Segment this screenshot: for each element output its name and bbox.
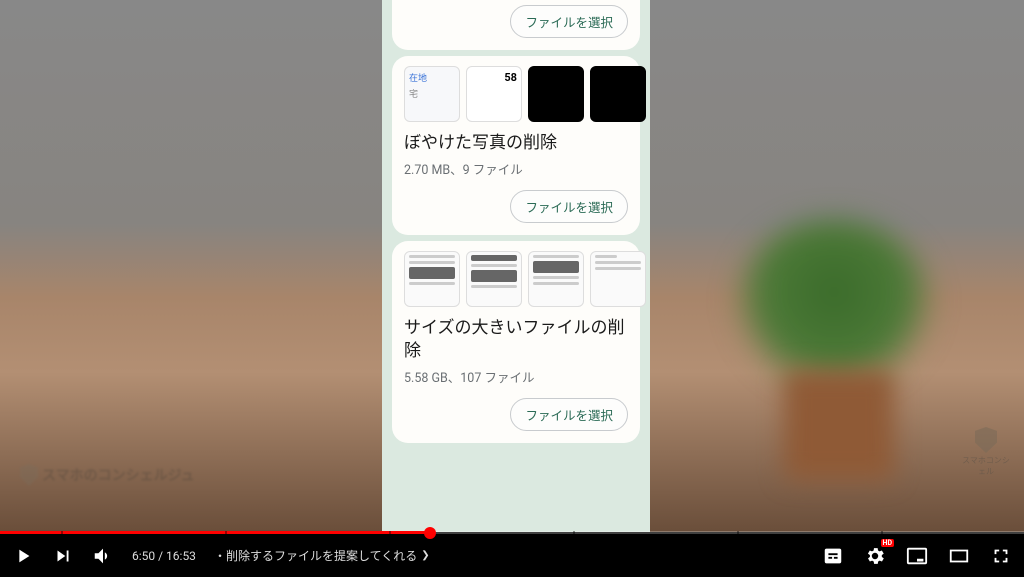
cleanup-card-large: サイズの大きいファイルの削除 5.58 GB、107 ファイル ファイルを選択 (392, 241, 640, 443)
channel-branding: スマホのコンシェルジュ (20, 464, 195, 486)
settings-button[interactable]: HD (864, 545, 886, 567)
miniplayer-button[interactable] (906, 545, 928, 567)
cleanup-card-blurry: 在地 宅 ぼやけた写真の削除 2.70 MB、9 ファイル ファイルを選択 (392, 56, 640, 235)
shield-icon (20, 464, 38, 486)
phone-screen: 414 MB、760 ファイル ファイルを選択 在地 宅 ぼやけた写真の削除 2… (382, 0, 650, 532)
chapter-label[interactable]: ・削除するファイルを提案してくれる ❯ (214, 547, 430, 564)
theater-button[interactable] (948, 545, 970, 567)
thumbnail (528, 66, 584, 122)
hd-badge: HD (881, 539, 895, 547)
volume-button[interactable] (92, 545, 114, 567)
shield-icon (975, 427, 997, 453)
watermark-text: スマホコンシェル (960, 455, 1012, 477)
thumbnail (404, 251, 460, 307)
player-controls: 6:50 / 16:53 ・削除するファイルを提案してくれる ❯ HD (0, 534, 1024, 577)
next-button[interactable] (52, 545, 74, 567)
thumbnail-row: 在地 宅 (404, 66, 628, 122)
cleanup-card: 414 MB、760 ファイル ファイルを選択 (392, 0, 640, 50)
subtitles-button[interactable] (822, 545, 844, 567)
card-title: ぼやけた写真の削除 (404, 132, 628, 155)
card-title: サイズの大きいファイルの削除 (404, 317, 628, 363)
thumbnail (528, 251, 584, 307)
watermark: スマホコンシェル (960, 427, 1012, 477)
branding-text: スマホのコンシェルジュ (42, 465, 195, 485)
thumbnail (466, 66, 522, 122)
select-files-button[interactable]: ファイルを選択 (510, 398, 628, 431)
video-area[interactable]: スマホのコンシェルジュ 414 MB、760 ファイル ファイルを選択 在地 宅… (0, 0, 1024, 532)
thumbnail: 在地 宅 (404, 66, 460, 122)
chevron-right-icon: ❯ (421, 550, 429, 561)
thumbnail-row (404, 251, 628, 307)
select-files-button[interactable]: ファイルを選択 (510, 5, 628, 38)
thumbnail (466, 251, 522, 307)
card-subtitle: 5.58 GB、107 ファイル (404, 367, 628, 386)
thumbnail (590, 251, 646, 307)
time-display: 6:50 / 16:53 (132, 549, 196, 563)
thumbnail (590, 66, 646, 122)
fullscreen-button[interactable] (990, 545, 1012, 567)
play-button[interactable] (12, 545, 34, 567)
bg-pot (784, 370, 894, 480)
card-subtitle: 2.70 MB、9 ファイル (404, 159, 628, 178)
select-files-button[interactable]: ファイルを選択 (510, 190, 628, 223)
